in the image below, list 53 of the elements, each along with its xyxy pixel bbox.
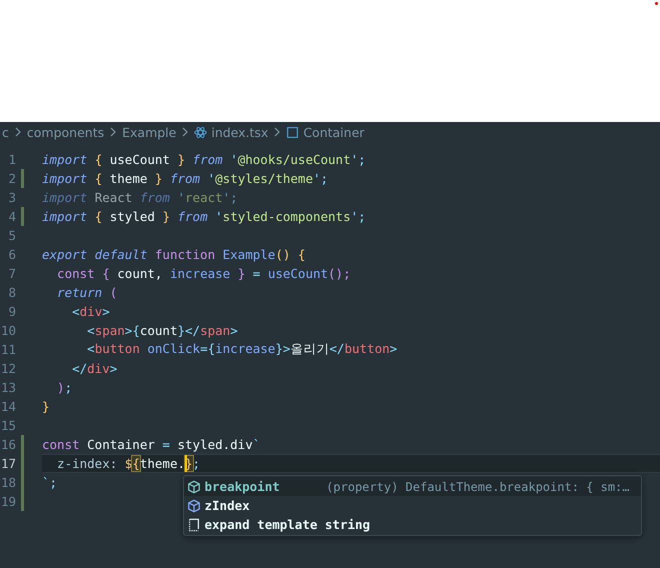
line-number: 19 [0,494,16,509]
react-icon [194,126,208,138]
line-number: 14 [0,399,16,414]
chevron-icon [14,127,21,137]
breadcrumb-item[interactable]: Container [303,124,364,140]
breadcrumb-item[interactable]: c [2,124,9,140]
code-line: import { useCount } from '@hooks/useCount'; [42,152,366,167]
breadcrumb-item[interactable]: components [26,124,104,140]
suggestion-item[interactable]: breakpoint (property) DefaultTheme.breakpoint: { sm:… [184,477,640,496]
line-number: 16 [0,437,16,452]
code-line: import { styled } from 'styled-components'; [42,209,366,224]
line-number: 5 [7,228,16,243]
code-line: </div> [71,361,118,376]
line-number: 18 [0,475,16,490]
chevron-icon [182,127,188,137]
symbol-icon [286,126,300,138]
line-number: 10 [0,323,16,338]
line-number: 9 [7,304,16,319]
line-number: 3 [7,190,16,205]
line-number: 7 [7,266,16,281]
chevron-icon [274,127,280,137]
suggestion-detail: (property) DefaultTheme.breakpoint: { sm:… [326,480,630,494]
line-number: 11 [0,342,16,357]
line-number: 17 [0,456,16,471]
line-number: 2 [7,171,16,186]
code-line: import React from 'react'; [42,190,238,205]
notification-dot [655,2,658,5]
line-number: 4 [7,209,16,224]
cube-icon [186,480,200,494]
line-number: 1 [7,152,16,167]
line-number: 13 [0,380,16,395]
line-number: 15 [0,418,16,433]
cube-icon [186,498,200,512]
code-line: <span>{count}</span> [86,323,238,338]
breadcrumb-item[interactable]: Example [122,124,176,140]
code-line: `; [42,475,58,490]
code-line: } [42,399,50,414]
code-line: <div> [71,304,110,319]
code-line: ); [56,380,72,395]
code-line: import { theme } from '@styles/theme'; [42,171,328,186]
line-number: 8 [7,285,16,300]
code-line: return ( [56,285,118,300]
line-number: 6 [7,247,16,262]
code-line: const Container = styled.div` [42,437,260,452]
code-line: <button onClick={increase}>올리기</button> [86,341,398,358]
code-line: const { count, increase } = useCount(); [56,266,351,281]
suggestion-item[interactable]: zIndex [184,496,640,515]
suggestion-item[interactable]: expand template string [184,515,640,534]
snippet-icon [186,518,200,532]
chevron-icon [110,127,116,137]
line-number: 12 [0,361,16,376]
breadcrumb-item[interactable]: index.tsx [211,124,268,140]
code-line: export default function Example() { [42,247,306,262]
